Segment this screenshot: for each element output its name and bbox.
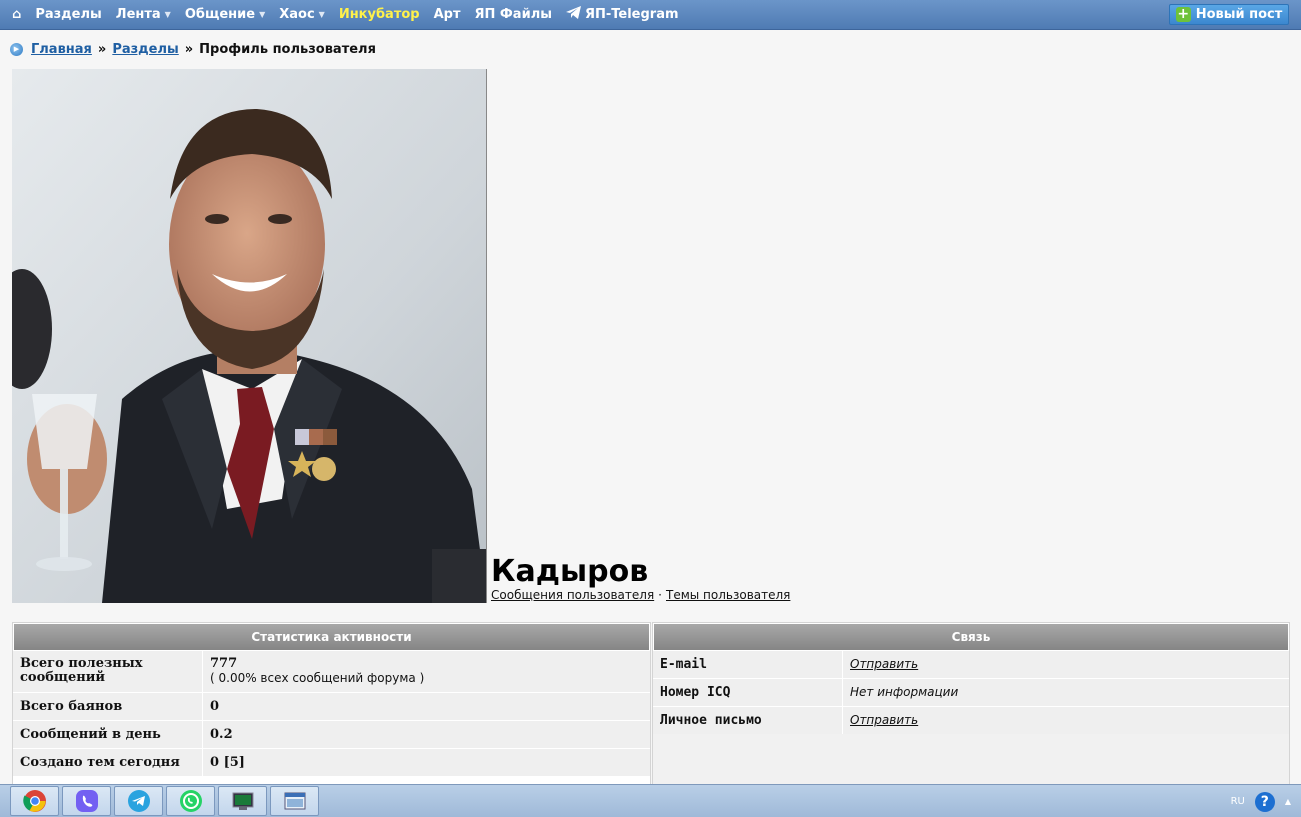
table-row: Всего баянов 0 xyxy=(13,692,650,720)
activity-stats-panel: Статистика активности Всего полезных соо… xyxy=(12,622,651,792)
breadcrumb-current: Профиль пользователя xyxy=(199,41,376,57)
breadcrumb-separator: » xyxy=(184,41,194,57)
contact-value: Нет информации xyxy=(850,685,959,699)
nav-item-feed[interactable]: Лента ▼ xyxy=(116,7,171,22)
table-row: Сообщений в день 0.2 xyxy=(13,720,650,748)
telegram-icon xyxy=(127,790,150,812)
stat-value: 777 ( 0.00% всех сообщений форума ) xyxy=(203,651,650,692)
language-indicator[interactable]: RU xyxy=(1231,796,1245,807)
table-row: E-mail Отправить xyxy=(653,650,1289,678)
chrome-icon xyxy=(22,790,46,812)
contact-label: Номер ICQ xyxy=(653,679,843,706)
telegram-icon xyxy=(565,6,581,23)
table-row: Создано тем сегодня 0 [5] xyxy=(13,748,650,776)
table-row: Всего полезных сообщений 777 ( 0.00% все… xyxy=(13,650,650,692)
top-nav: ⌂ Разделы Лента ▼ Общение ▼ Хаос ▼ Инкуб… xyxy=(0,0,1301,30)
terminal-icon xyxy=(232,792,253,810)
nav-item-files[interactable]: ЯП Файлы xyxy=(475,7,552,22)
breadcrumb-separator: » xyxy=(97,41,107,57)
contact-value: Отправить xyxy=(843,651,1289,678)
nav-item-art[interactable]: Арт xyxy=(434,7,461,22)
breadcrumb-sections-link[interactable]: Разделы xyxy=(112,42,178,57)
panel-header: Статистика активности xyxy=(13,623,650,650)
table-row: Личное письмо Отправить xyxy=(653,706,1289,734)
stat-value: 0.2 xyxy=(203,721,650,748)
nav-item-label: Разделы xyxy=(35,7,102,22)
nav-item-label: Общение xyxy=(184,7,256,22)
new-post-label: Новый пост xyxy=(1195,7,1283,22)
system-tray: RU ? ▲ xyxy=(1231,785,1291,817)
stat-number: 0 xyxy=(210,699,220,714)
nav-item-chat[interactable]: Общение ▼ xyxy=(185,7,265,22)
help-icon[interactable]: ? xyxy=(1254,791,1275,812)
home-icon[interactable]: ⌂ xyxy=(12,7,21,22)
taskbar-telegram[interactable] xyxy=(114,786,163,816)
stat-value: 0 xyxy=(203,693,650,720)
nav-item-chaos[interactable]: Хаос ▼ xyxy=(279,7,325,22)
plus-icon: + xyxy=(1175,6,1191,22)
contact-label: Личное письмо xyxy=(653,707,843,734)
taskbar-window[interactable] xyxy=(270,786,319,816)
avatar xyxy=(12,69,487,603)
new-post-button[interactable]: + Новый пост xyxy=(1169,4,1289,25)
profile-name: Кадыров xyxy=(491,554,649,589)
stat-number: 777 xyxy=(210,656,238,671)
chevron-down-icon: ▼ xyxy=(164,10,171,19)
nav-item-label: Лента xyxy=(115,7,161,22)
breadcrumb-home-link[interactable]: Главная xyxy=(31,42,92,57)
viber-icon xyxy=(75,790,98,812)
taskbar-whatsapp[interactable] xyxy=(166,786,215,816)
stat-number: 0 [5] xyxy=(210,755,245,770)
whatsapp-icon xyxy=(179,790,202,812)
user-messages-link[interactable]: Сообщения пользователя xyxy=(491,588,654,602)
window-icon xyxy=(284,792,305,810)
nav-item-label: Хаос xyxy=(279,7,315,22)
nav-item-incubator[interactable]: Инкубатор xyxy=(339,7,420,22)
stat-label: Всего баянов xyxy=(13,693,203,720)
taskbar: RU ? ▲ xyxy=(0,784,1301,817)
links-separator: · xyxy=(658,588,662,602)
taskbar-viber[interactable] xyxy=(62,786,111,816)
stat-label: Всего полезных сообщений xyxy=(13,651,203,692)
contact-panel: Связь E-mail Отправить Номер ICQ Нет инф… xyxy=(652,622,1290,792)
send-private-message-link[interactable]: Отправить xyxy=(850,713,918,727)
nav-item-sections[interactable]: Разделы xyxy=(35,7,101,22)
stat-percentage: ( 0.00% всех сообщений форума ) xyxy=(210,671,425,685)
table-row: Номер ICQ Нет информации xyxy=(653,678,1289,706)
taskbar-chrome[interactable] xyxy=(10,786,59,816)
chevron-up-icon[interactable]: ▲ xyxy=(1285,797,1291,806)
nav-item-label: Инкубатор xyxy=(338,7,420,22)
stat-number: 0.2 xyxy=(210,727,233,742)
stat-value: 0 [5] xyxy=(203,749,650,776)
user-topics-link[interactable]: Темы пользователя xyxy=(666,588,790,602)
send-email-link[interactable]: Отправить xyxy=(850,657,918,671)
nav-item-label: ЯП Файлы xyxy=(474,7,552,22)
taskbar-terminal[interactable] xyxy=(218,786,267,816)
nav-item-telegram[interactable]: ЯП-Telegram xyxy=(565,6,679,23)
profile-links: Сообщения пользователя · Темы пользователя xyxy=(491,588,790,602)
nav-item-label: Арт xyxy=(433,7,461,22)
breadcrumb: ▶ Главная » Разделы » Профиль пользовате… xyxy=(10,40,376,58)
contact-label: E-mail xyxy=(653,651,843,678)
chevron-down-icon: ▼ xyxy=(318,10,325,19)
panel-header: Связь xyxy=(653,623,1289,650)
chevron-down-icon: ▼ xyxy=(259,10,266,19)
arrow-circle-icon: ▶ xyxy=(10,42,23,56)
stat-label: Сообщений в день xyxy=(13,721,203,748)
stat-label: Создано тем сегодня xyxy=(13,749,203,776)
contact-value: Отправить xyxy=(843,707,1289,734)
nav-item-label: ЯП-Telegram xyxy=(584,7,679,22)
